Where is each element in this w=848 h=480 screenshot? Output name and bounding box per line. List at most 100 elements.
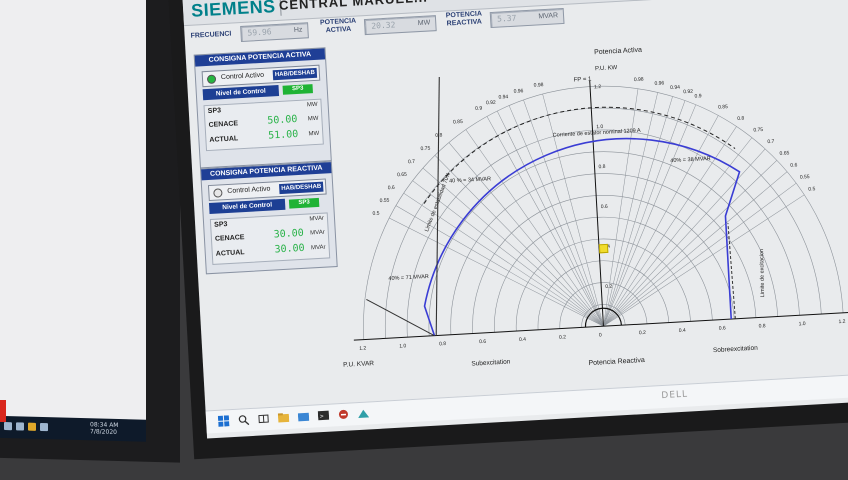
- pf-label: 0.8: [737, 116, 744, 122]
- pf-label: 0.92: [683, 89, 693, 96]
- reactive-cenace-unit: MVAr: [310, 229, 325, 237]
- x-tick-label: 0.2: [559, 334, 566, 340]
- curve-left-label: 40 % = 34 MVAR: [449, 176, 491, 184]
- x-tick-label: 1.0: [798, 321, 805, 327]
- reactive-control-indicator: [213, 188, 223, 198]
- pf-label: 0.5: [372, 211, 379, 217]
- active-level-value: SP3: [282, 84, 313, 95]
- svg-text:>: >: [320, 413, 324, 420]
- pf-label: 0.98: [634, 77, 644, 84]
- sobreexcitation-label: Sobreexcitation: [713, 345, 759, 355]
- pf-label: 0.92: [486, 100, 496, 107]
- reactive-control-label: Control Activo: [227, 185, 271, 195]
- frecuencia-label: FRECUENCI: [190, 30, 232, 40]
- active-actual-unit: MW: [308, 130, 320, 138]
- app-icon[interactable]: [358, 407, 370, 419]
- grid-radial: [422, 167, 604, 327]
- y-tick-label: 0.8: [598, 164, 605, 170]
- pf-label: 0.85: [718, 104, 728, 111]
- capability-curve-chart: 0.980.98 0.960.960.940.940.920.920.90.9 0.…: [343, 47, 848, 369]
- grid-radial: [603, 183, 797, 327]
- active-control-label: Control Activo: [220, 71, 265, 82]
- reactive-power-panel: CONSIGNA POTENCIA REACTIVA Control Activ…: [200, 161, 338, 275]
- pf-label: 0.9: [694, 93, 701, 99]
- active-power-title: CONSIGNA POTENCIA ACTIVA: [194, 48, 326, 67]
- x-tick-label: 0.2: [639, 330, 646, 336]
- left-screen: [0, 0, 146, 428]
- left-taskbar: 08:34 AM 7/8/2020: [0, 415, 146, 442]
- app-icon[interactable]: [40, 422, 48, 432]
- active-cenace-label: CENACE: [208, 120, 239, 129]
- active-cenace-unit: MW: [307, 115, 319, 123]
- x-tick-label: 0.6: [479, 339, 486, 345]
- grid-radial: [542, 93, 604, 327]
- fp-label: FP = 1: [574, 76, 593, 83]
- terminal-icon[interactable]: >: [317, 410, 330, 422]
- pf-label: 0.75: [420, 146, 430, 153]
- active-sp-unit: MW: [306, 101, 318, 109]
- windows-icon[interactable]: [217, 415, 230, 427]
- active-power-panel: CONSIGNA POTENCIA ACTIVA Control Activo …: [193, 47, 332, 169]
- y-tick-label: 0.6: [601, 204, 608, 210]
- clock[interactable]: 08:34 AM 7/8/2020: [90, 421, 118, 436]
- dell-logo: DELL: [661, 389, 689, 402]
- x-tick-label: 0.6: [719, 325, 726, 331]
- pf-label: 0.75: [753, 127, 763, 134]
- task-view-icon[interactable]: [258, 413, 270, 425]
- search-icon[interactable]: [16, 422, 24, 431]
- reactive-actual-label: ACTUAL: [215, 249, 245, 258]
- frecuencia-display: 59.96 Hz: [240, 22, 309, 43]
- active-hab-deshab-button[interactable]: HAB/DESHAB: [272, 67, 318, 81]
- folder-icon[interactable]: [28, 422, 36, 431]
- right-monitor: SIEMENS CENTRAL MARUEL... FRECUENCI 59.9…: [168, 0, 848, 460]
- grid-radial: [486, 116, 604, 327]
- folder-icon[interactable]: [297, 411, 310, 423]
- x-axis-label: P.U. KVAR: [343, 360, 374, 369]
- search-icon[interactable]: [238, 414, 250, 426]
- x-tick-label: 1.2: [838, 319, 845, 325]
- active-setpoint-area: SP3 MW CENACE 50.00 MW ACTUAL 51.00 MW: [203, 98, 324, 152]
- tool-icon[interactable]: [338, 409, 350, 421]
- y-tick-label: 1.2: [594, 84, 601, 90]
- pf-label: 0.94: [670, 84, 680, 91]
- reactive-cenace-label: CENACE: [214, 234, 245, 243]
- reactive-hab-deshab-button[interactable]: HAB/DESHAB: [279, 181, 324, 195]
- reactive-level-button[interactable]: Nivel de Control: [208, 198, 286, 215]
- operating-point-marker[interactable]: [598, 243, 609, 254]
- pf-label: 0.55: [800, 174, 810, 181]
- active-actual-value: 51.00: [267, 128, 299, 142]
- stator-current-label: Corriente de estator nominal 1209 A: [553, 128, 642, 139]
- x-tick-label: 0.8: [439, 341, 446, 347]
- active-cenace-value: 50.00: [267, 113, 298, 127]
- frecuencia-value: 59.96: [247, 27, 272, 38]
- x-tick-label: 1.0: [399, 343, 406, 349]
- pf-label: 0.8: [435, 133, 442, 139]
- pf-label: 0.9: [475, 105, 482, 111]
- x-tick-label: 0.4: [519, 337, 526, 343]
- active-sp-label: SP3: [207, 107, 222, 115]
- pf-label: 0.94: [498, 94, 508, 101]
- grid-radial: [603, 194, 805, 327]
- reactive-sp-label: SP3: [214, 221, 228, 229]
- pf-label: 0.96: [513, 88, 523, 95]
- subexcitation-label: Subexcitation: [471, 358, 511, 367]
- active-level-button[interactable]: Nivel de Control: [202, 84, 280, 101]
- pf-label: 0.98: [534, 82, 544, 89]
- curve-right-label: 40% = 38 MVAR: [670, 156, 711, 164]
- x-tick-label: 0.4: [679, 328, 686, 334]
- active-control-indicator: [206, 74, 217, 84]
- x-tick-label: 1.2: [359, 345, 366, 351]
- reactive-sp-unit: MVAr: [309, 215, 325, 223]
- y-axis-label: P.U. KW: [595, 65, 618, 72]
- frecuencia-unit: Hz: [293, 26, 303, 35]
- siemens-logo: SIEMENS: [186, 0, 282, 21]
- hmi-screen: SIEMENS CENTRAL MARUEL... FRECUENCI 59.9…: [182, 0, 848, 439]
- x-tick-label: 0.8: [759, 323, 766, 329]
- pf-label: 0.65: [779, 150, 789, 157]
- reactive-cenace-value: 30.00: [273, 227, 305, 241]
- windows-icon[interactable]: [4, 422, 12, 431]
- file-explorer-icon[interactable]: [277, 412, 290, 424]
- x-tick-label: 0: [599, 332, 602, 338]
- chart-grid: [353, 80, 848, 341]
- left-monitor: 08:34 AM 7/8/2020: [0, 0, 180, 463]
